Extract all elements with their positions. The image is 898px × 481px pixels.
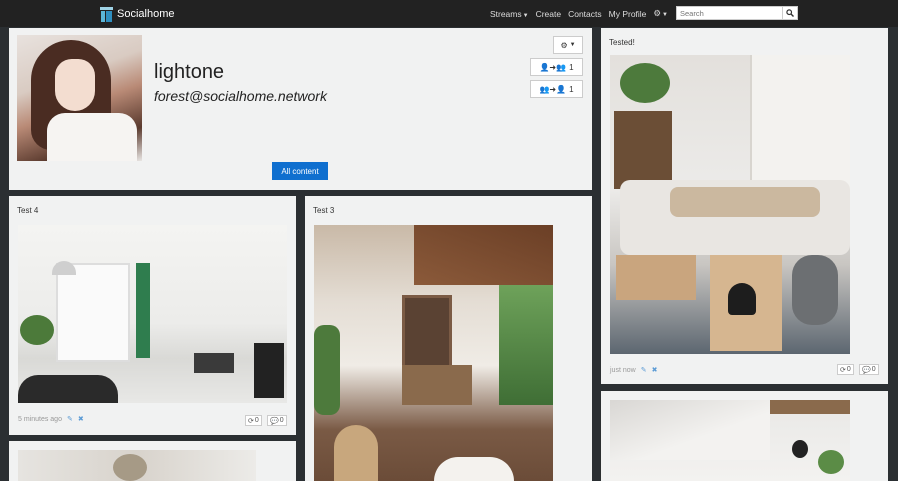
delete-icon[interactable]: ✖ (652, 366, 658, 374)
nav-create[interactable]: Create (536, 9, 562, 19)
reply-button[interactable]: 💬 0 (859, 364, 879, 375)
delete-icon[interactable]: ✖ (78, 415, 84, 423)
post-image[interactable] (610, 55, 850, 354)
wall-decor (792, 440, 808, 458)
plant-shelf (620, 63, 670, 103)
nav-my-profile[interactable]: My Profile (609, 9, 647, 19)
share-count: 0 (846, 366, 851, 373)
nav-contacts[interactable]: Contacts (568, 9, 602, 19)
edit-icon[interactable]: ✎ (641, 366, 647, 374)
hanging-plant (818, 450, 844, 474)
post-meta: 5 minutes ago ✎ ✖ (18, 415, 84, 424)
post-title: Test 3 (313, 206, 335, 215)
comments-icon: 💬 (862, 366, 871, 374)
share-count: 0 (254, 417, 259, 424)
followers-count: 1 (569, 84, 574, 94)
post-card-tested: Tested! just now ✎ ✖ ⟳ 0 💬 0 (601, 28, 888, 384)
post-timestamp: just now (610, 366, 636, 374)
post-title: Tested! (609, 38, 635, 47)
user-to-users-icon: 👤➜👥 (539, 62, 567, 72)
comments-icon: 💬 (270, 417, 279, 425)
table (194, 353, 234, 373)
post-card-partial-right (601, 391, 888, 481)
caret-down-icon: ▼ (569, 42, 576, 48)
post-meta: just now ✎ ✖ (610, 366, 658, 375)
nav-menu: Streams▼ Create Contacts My Profile ⚙▼ (490, 0, 668, 27)
nav-streams[interactable]: Streams▼ (490, 9, 529, 19)
search-icon (786, 9, 794, 17)
all-content-button[interactable]: All content (272, 162, 328, 180)
reply-count: 0 (279, 417, 284, 424)
wooden-wall (750, 55, 850, 195)
rug (434, 457, 514, 481)
post-image[interactable] (610, 400, 850, 481)
cat (792, 255, 838, 325)
wood-beam (770, 400, 850, 414)
profile-handle: forest@socialhome.network (154, 88, 327, 104)
share-button[interactable]: ⟳ 0 (837, 364, 854, 375)
plant-left (314, 325, 340, 415)
profile-settings-button[interactable]: ⚙ ▼ (553, 36, 583, 54)
post-image[interactable] (18, 450, 256, 481)
profile-avatar (17, 35, 142, 161)
following-count-button[interactable]: 👤➜👥 1 (530, 58, 583, 76)
post-image[interactable] (18, 225, 287, 403)
pedestal (614, 111, 672, 189)
reshare-icon: ⟳ (248, 417, 254, 425)
reply-button[interactable]: 💬 0 (267, 415, 287, 426)
brand-link[interactable]: Socialhome (100, 6, 174, 22)
post-card-test-4: Test 4 5 minutes ago ✎ ✖ ⟳ 0 💬 0 (9, 196, 296, 435)
cushions (670, 187, 820, 217)
post-image[interactable] (314, 225, 553, 481)
gear-icon: ⚙ (653, 8, 662, 18)
users-to-user-icon: 👥➜👤 (539, 84, 567, 94)
cat-house-door (728, 283, 756, 315)
post-title: Test 4 (17, 206, 39, 215)
gear-icon: ⚙ (560, 40, 568, 50)
crate-table (616, 255, 696, 300)
stair-rail (610, 400, 770, 460)
followers-count-button[interactable]: 👥➜👤 1 (530, 80, 583, 98)
chair (254, 343, 284, 398)
dining-table (402, 365, 472, 405)
reshare-icon: ⟳ (840, 366, 846, 374)
plant (20, 315, 54, 345)
reply-count: 0 (871, 366, 876, 373)
lamp (113, 454, 147, 481)
logo-icon (100, 6, 113, 22)
caret-down-icon: ▼ (522, 12, 529, 19)
wicker-chair (334, 425, 378, 481)
profile-name: lightone (154, 61, 225, 83)
post-timestamp: 5 minutes ago (18, 415, 62, 423)
search-box (676, 6, 798, 20)
brand-name: Socialhome (117, 8, 175, 20)
curtain (136, 263, 150, 358)
post-card-partial (9, 441, 296, 481)
following-count: 1 (569, 62, 574, 72)
search-input[interactable] (677, 7, 788, 19)
caret-down-icon: ▼ (662, 12, 668, 18)
avatar-shirt (47, 113, 137, 161)
top-navbar: Socialhome Streams▼ Create Contacts My P… (0, 0, 898, 27)
edit-icon[interactable]: ✎ (67, 415, 73, 423)
garden (499, 285, 553, 405)
sofa (18, 375, 118, 403)
share-button[interactable]: ⟳ 0 (245, 415, 262, 426)
avatar-face (55, 59, 95, 111)
search-button[interactable] (782, 7, 797, 19)
profile-card: lightone forest@socialhome.network ⚙ ▼ 👤➜… (9, 28, 592, 190)
window (56, 263, 130, 362)
roof-beams (414, 225, 553, 285)
post-card-test-3: Test 3 (305, 196, 592, 481)
nav-settings[interactable]: ⚙▼ (653, 8, 668, 19)
